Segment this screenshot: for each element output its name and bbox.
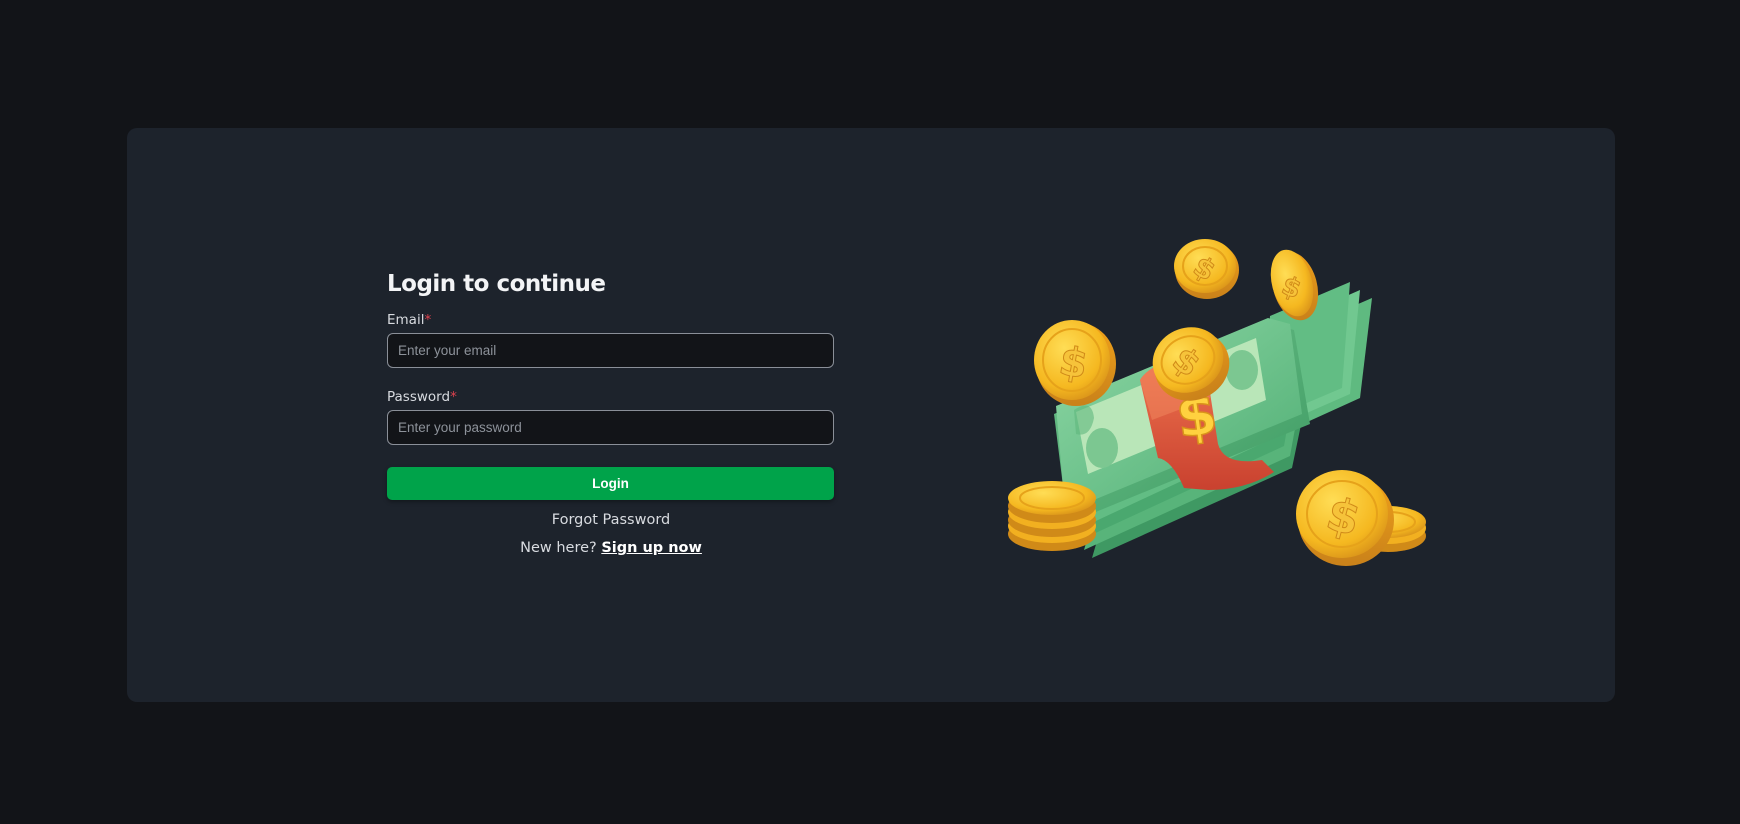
signup-link[interactable]: Sign up now: [601, 540, 702, 556]
email-input[interactable]: [387, 333, 834, 368]
login-button[interactable]: Login: [387, 467, 834, 500]
password-input[interactable]: [387, 410, 834, 445]
coin-top-center: $: [1174, 239, 1239, 299]
email-label: Email*: [387, 311, 835, 329]
coin-stack-left: [1008, 481, 1096, 551]
forgot-password-link[interactable]: Forgot Password: [552, 512, 671, 528]
signup-row: New here? Sign up now: [387, 539, 835, 557]
password-required-mark: *: [450, 389, 457, 405]
password-label-text: Password: [387, 389, 451, 405]
login-form: Login to continue Email* Password* Login…: [387, 270, 835, 557]
page-title: Login to continue: [387, 271, 606, 297]
coin-bottom-right: $: [1296, 470, 1394, 566]
forgot-password-row: Forgot Password: [387, 511, 835, 529]
email-required-mark: *: [424, 312, 432, 328]
email-field-group: Email*: [387, 311, 835, 368]
new-here-text: New here?: [520, 540, 597, 556]
password-field-group: Password*: [387, 388, 835, 445]
login-card: Login to continue Email* Password* Login…: [127, 128, 1615, 702]
email-label-text: Email: [387, 312, 425, 328]
coin-upper-left: $: [1034, 320, 1116, 406]
money-stack-with-coins-icon: $ $ $ $ $ $: [1008, 239, 1426, 566]
password-label: Password*: [387, 388, 835, 406]
